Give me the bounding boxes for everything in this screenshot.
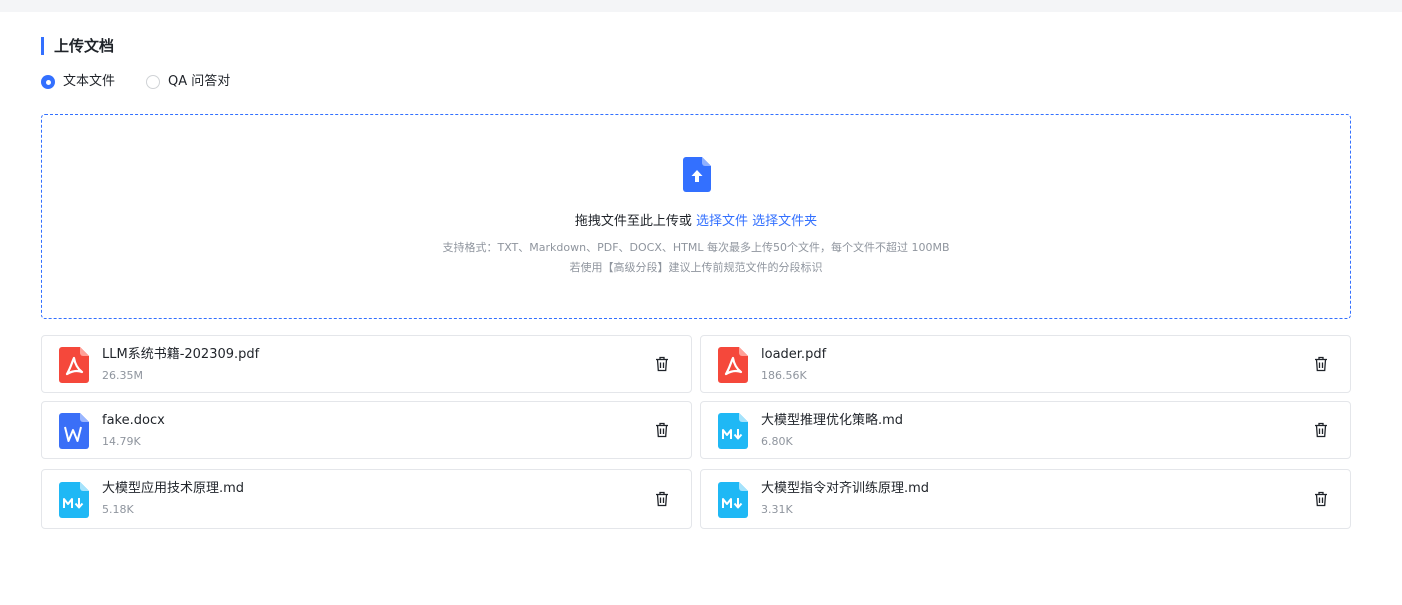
select-file-link[interactable]: 选择文件 bbox=[696, 214, 748, 229]
file-size: 186.56K bbox=[761, 369, 807, 382]
radio-label: QA 问答对 bbox=[168, 74, 231, 89]
file-name: 大模型应用技术原理.md bbox=[102, 481, 245, 496]
file-card: loader.pdf 186.56K bbox=[700, 335, 1351, 393]
file-size: 3.31K bbox=[761, 503, 793, 516]
file-card: 大模型推理优化策略.md 6.80K bbox=[700, 401, 1351, 459]
file-name: 大模型推理优化策略.md bbox=[761, 413, 904, 428]
select-folder-link[interactable]: 选择文件夹 bbox=[752, 214, 817, 229]
drop-instruction: 拖拽文件至此上传或 选择文件 选择文件夹 bbox=[42, 213, 1350, 231]
file-size: 6.80K bbox=[761, 435, 793, 448]
section-title: 上传文档 bbox=[41, 37, 114, 55]
radio-checked-icon[interactable] bbox=[41, 75, 55, 89]
file-name: LLM系统书籍-202309.pdf bbox=[102, 347, 260, 362]
document-type-radio-group: 文本文件 QA 问答对 bbox=[41, 73, 261, 91]
file-card: fake.docx 14.79K bbox=[41, 401, 692, 459]
upload-file-icon bbox=[683, 157, 711, 192]
format-hint: 支持格式：TXT、Markdown、PDF、DOCX、HTML 每次最多上传50… bbox=[442, 241, 950, 254]
top-strip bbox=[0, 0, 1402, 12]
pdf-icon bbox=[718, 347, 748, 383]
file-size: 26.35M bbox=[102, 369, 143, 382]
segment-hint: 若使用【高级分段】建议上传前规范文件的分段标识 bbox=[569, 261, 823, 274]
file-name: fake.docx bbox=[102, 413, 165, 428]
pdf-icon bbox=[59, 347, 89, 383]
markdown-icon bbox=[59, 482, 89, 518]
upload-dropzone[interactable]: 拖拽文件至此上传或 选择文件 选择文件夹 支持格式：TXT、Markdown、P… bbox=[41, 114, 1351, 319]
file-card: 大模型指令对齐训练原理.md 3.31K bbox=[700, 469, 1351, 529]
radio-unchecked-icon[interactable] bbox=[146, 75, 161, 89]
radio-text-file[interactable]: 文本文件 bbox=[41, 73, 115, 91]
file-size: 14.79K bbox=[102, 435, 141, 448]
file-name: 大模型指令对齐训练原理.md bbox=[761, 481, 930, 496]
trash-icon[interactable] bbox=[1313, 491, 1329, 507]
trash-icon[interactable] bbox=[654, 491, 670, 507]
trash-icon[interactable] bbox=[654, 422, 670, 438]
file-card: 大模型应用技术原理.md 5.18K bbox=[41, 469, 692, 529]
file-name: loader.pdf bbox=[761, 347, 827, 362]
markdown-icon bbox=[718, 482, 748, 518]
file-card: LLM系统书籍-202309.pdf 26.35M bbox=[41, 335, 692, 393]
radio-qa-pair[interactable]: QA 问答对 bbox=[146, 73, 230, 91]
trash-icon[interactable] bbox=[1313, 356, 1329, 372]
word-icon bbox=[59, 413, 89, 449]
trash-icon[interactable] bbox=[654, 356, 670, 372]
trash-icon[interactable] bbox=[1313, 422, 1329, 438]
file-size: 5.18K bbox=[102, 503, 134, 516]
drop-text: 拖拽文件至此上传或 bbox=[574, 214, 692, 229]
radio-label: 文本文件 bbox=[63, 74, 116, 89]
markdown-icon bbox=[718, 413, 748, 449]
